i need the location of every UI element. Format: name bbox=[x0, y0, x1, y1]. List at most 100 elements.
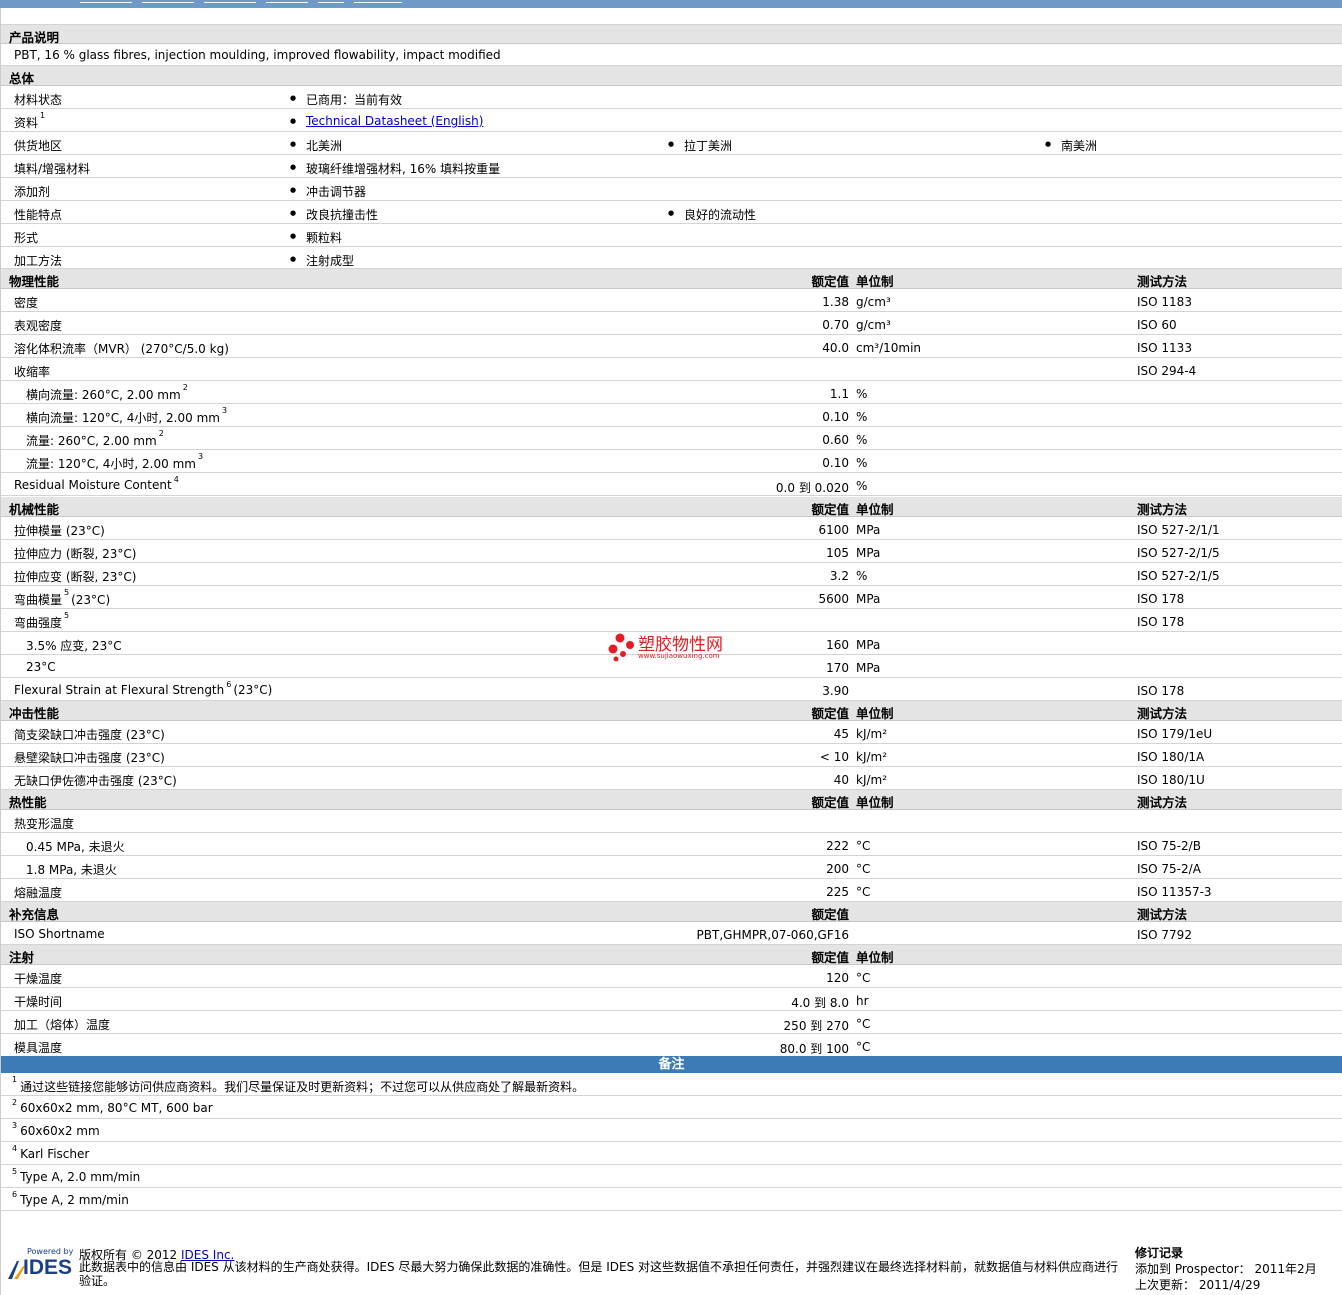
property-label: 溶化体积流率（MVR） (270°C/5.0 kg) bbox=[14, 342, 229, 356]
property-value: 0.0 到 0.020 bbox=[775, 481, 849, 495]
column-header-test: 测试方法 bbox=[1137, 706, 1188, 721]
column-header-test: 测试方法 bbox=[1137, 502, 1188, 517]
top-nav-tabs[interactable] bbox=[80, 0, 402, 3]
property-value: 250 到 270 bbox=[783, 1019, 849, 1033]
property-value: 1.1 bbox=[829, 387, 849, 401]
note-text: 6 Type A, 2 mm/min bbox=[12, 1190, 129, 1207]
property-label: 23°C bbox=[26, 660, 56, 674]
property-label: 0.45 MPa, 未退火 bbox=[26, 840, 125, 854]
property-unit: g/cm³ bbox=[856, 295, 891, 309]
section-product-desc: 产品说明 bbox=[1, 24, 1342, 45]
property-label: 弯曲模量5(23°C) bbox=[14, 588, 111, 607]
row-label: 材料状态 bbox=[14, 93, 63, 107]
property-unit: hr bbox=[856, 994, 869, 1008]
property-test-method: ISO 527-2/1/5 bbox=[1137, 569, 1220, 583]
watermark-dots-icon bbox=[608, 633, 634, 662]
column-header-test: 测试方法 bbox=[1137, 274, 1188, 289]
feature-item: 良好的流动性 bbox=[668, 206, 756, 223]
property-row: 干燥温度 120 °C bbox=[1, 965, 1342, 988]
property-value: 0.10 bbox=[822, 456, 849, 470]
section-title: 冲击性能 bbox=[9, 706, 60, 721]
row-value: 冲击调节器 bbox=[290, 183, 366, 200]
watermark: 塑胶物性网 www.sujiaowuxing.com bbox=[606, 630, 746, 666]
note-row: 6 Type A, 2 mm/min bbox=[1, 1188, 1342, 1211]
property-value: 0.60 bbox=[822, 433, 849, 447]
property-value: 1.38 bbox=[822, 295, 849, 309]
note-row: 5 Type A, 2.0 mm/min bbox=[1, 1165, 1342, 1188]
row-label: 填料/增强材料 bbox=[14, 162, 91, 176]
property-label: 收缩率 bbox=[14, 365, 51, 379]
property-unit: MPa bbox=[856, 546, 881, 560]
property-row: 熔融温度 225 °C ISO 11357-3 bbox=[1, 879, 1342, 902]
column-header-value: 额定值 bbox=[811, 502, 849, 517]
column-header-unit: 单位制 bbox=[856, 950, 894, 965]
property-value: 40.0 bbox=[822, 341, 849, 355]
footer: Powered by IDES 版权所有 © 2012 IDES Inc. 此数… bbox=[0, 1240, 1342, 1295]
section-title: 热性能 bbox=[9, 795, 47, 810]
property-label: 加工（熔体）温度 bbox=[14, 1018, 111, 1032]
note-row: 4 Karl Fischer bbox=[1, 1142, 1342, 1165]
section-title: 物理性能 bbox=[9, 274, 60, 289]
property-label: 流量: 260°C, 2.00 mm2 bbox=[26, 429, 164, 448]
column-header-value: 额定值 bbox=[811, 795, 849, 810]
column-header-value: 额定值 bbox=[811, 950, 849, 965]
general-row-filler: 填料/增强材料 玻璃纤维增强材料, 16% 填料按重量 bbox=[1, 155, 1342, 178]
column-header-unit: 单位制 bbox=[856, 795, 894, 810]
property-row: 横向流量: 260°C, 2.00 mm2 1.1% bbox=[1, 381, 1342, 404]
property-test-method: ISO 178 bbox=[1137, 684, 1185, 698]
general-row-supply: 供货地区 北美洲 拉丁美洲 南美洲 bbox=[1, 132, 1342, 155]
note-text: 5 Type A, 2.0 mm/min bbox=[12, 1167, 141, 1184]
property-row: 无缺口伊佐德冲击强度 (23°C) 40 kJ/m² ISO 180/1U bbox=[1, 767, 1342, 790]
property-unit: % bbox=[856, 387, 868, 401]
property-test-method: ISO 1183 bbox=[1137, 295, 1192, 309]
property-label: 表观密度 bbox=[14, 319, 63, 333]
property-label: 干燥温度 bbox=[14, 972, 63, 986]
property-row: 拉伸模量 (23°C) 6100 MPa ISO 527-2/1/1 bbox=[1, 517, 1342, 540]
property-row: 流量: 260°C, 2.00 mm2 0.60% bbox=[1, 427, 1342, 450]
property-test-method: ISO 60 bbox=[1137, 318, 1177, 332]
note-text: 1通过这些链接您能够访问供应商资料。我们尽量保证及时更新资料；不过您可以从供应商… bbox=[12, 1075, 585, 1094]
section-impact: 冲击性能 额定值 单位制 测试方法 bbox=[1, 701, 1342, 721]
property-test-method: ISO 178 bbox=[1137, 615, 1185, 629]
powered-by-label: Powered by bbox=[27, 1247, 74, 1256]
note-text: 3 60x60x2 mm bbox=[12, 1121, 100, 1138]
property-label: 弯曲强度5 bbox=[14, 611, 70, 630]
section-general: 总体 bbox=[1, 66, 1342, 86]
property-row: 溶化体积流率（MVR） (270°C/5.0 kg) 40.0 cm³/10min I… bbox=[1, 335, 1342, 358]
row-label: 添加剂 bbox=[14, 185, 51, 199]
general-row-status: 材料状态 已商用：当前有效 bbox=[1, 86, 1342, 109]
property-test-method: ISO 7792 bbox=[1137, 928, 1192, 942]
property-value: 120 bbox=[826, 971, 849, 985]
ides-logo[interactable]: Powered by IDES bbox=[7, 1247, 73, 1283]
property-label: 熔融温度 bbox=[14, 886, 63, 900]
note-row: 1通过这些链接您能够访问供应商资料。我们尽量保证及时更新资料；不过您可以从供应商… bbox=[1, 1073, 1342, 1096]
property-label: 干燥时间 bbox=[14, 995, 63, 1009]
column-header-value: 额定值 bbox=[811, 274, 849, 289]
section-title: 注射 bbox=[9, 950, 35, 965]
property-unit: cm³/10min bbox=[856, 341, 922, 355]
property-unit: % bbox=[856, 433, 868, 447]
property-label: 模具温度 bbox=[14, 1041, 63, 1055]
section-title: 补充信息 bbox=[9, 907, 60, 922]
ides-wordmark: IDES bbox=[23, 1256, 73, 1279]
section-thermal: 热性能 额定值 单位制 测试方法 bbox=[1, 790, 1342, 810]
property-row: 加工（熔体）温度 250 到 270 °C bbox=[1, 1011, 1342, 1034]
general-row-process: 加工方法 注射成型 bbox=[1, 247, 1342, 269]
property-test-method: ISO 1133 bbox=[1137, 341, 1192, 355]
section-title: 机械性能 bbox=[9, 502, 60, 517]
property-value: 5600 bbox=[818, 592, 849, 606]
property-unit: MPa bbox=[856, 592, 881, 606]
property-test-method: ISO 11357-3 bbox=[1137, 885, 1212, 899]
property-test-method: ISO 180/1A bbox=[1137, 750, 1205, 764]
property-unit: kJ/m² bbox=[856, 773, 888, 787]
technical-datasheet-link[interactable]: Technical Datasheet (English) bbox=[306, 114, 483, 128]
property-unit: % bbox=[856, 410, 868, 424]
property-value: 105 bbox=[826, 546, 849, 560]
property-row: 拉伸应变 (断裂, 23°C) 3.2% ISO 527-2/1/5 bbox=[1, 563, 1342, 586]
property-value: 4.0 到 8.0 bbox=[791, 996, 849, 1010]
property-test-method: ISO 294-4 bbox=[1137, 364, 1197, 378]
general-row-form: 形式 颗粒料 bbox=[1, 224, 1342, 247]
column-header-value: 额定值 bbox=[811, 706, 849, 721]
property-label: 横向流量: 260°C, 2.00 mm2 bbox=[26, 383, 188, 402]
property-test-method: ISO 527-2/1/5 bbox=[1137, 546, 1220, 560]
